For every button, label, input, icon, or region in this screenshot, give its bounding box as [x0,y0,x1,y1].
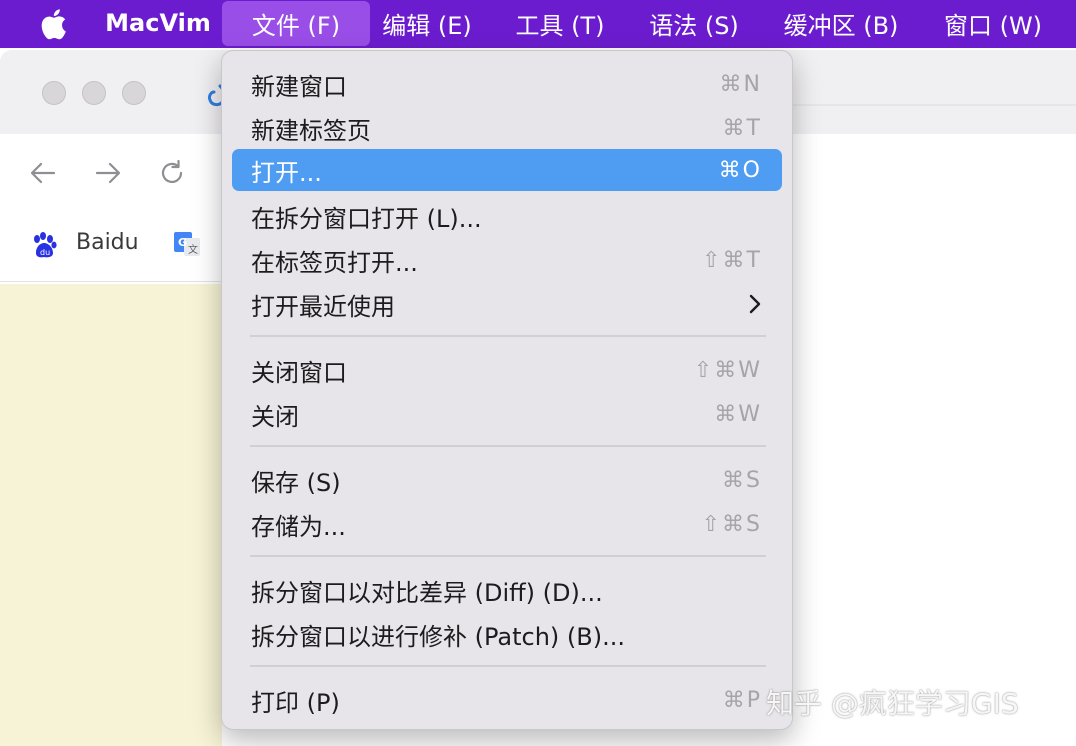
menu-item-split-patch[interactable]: 拆分窗口以进行修补 (Patch) (B)... [232,613,782,655]
menu-window[interactable]: 窗口 (W) [930,0,1056,46]
menu-item-close-window[interactable]: 关闭窗口 ⇧⌘W [232,349,782,391]
menu-item-label: 在拆分窗口打开 (L)... [251,204,482,233]
svg-text:G: G [178,236,187,249]
shortcut-hint: ⇧⌘S [701,511,762,537]
forward-arrow-icon[interactable] [93,158,123,188]
menu-item-open[interactable]: 打开... ⌘O [232,149,782,191]
menu-item-label: 保存 (S) [251,468,341,497]
menu-item-label: 关闭窗口 [251,358,347,387]
file-dropdown-menu: 新建窗口 ⌘N 新建标签页 ⌘T 打开... ⌘O 在拆分窗口打开 (L)...… [221,50,793,730]
minimize-window-button[interactable] [82,81,106,105]
menu-item-split-diff[interactable]: 拆分窗口以对比差异 (Diff) (D)... [232,569,782,611]
menu-item-open-in-split[interactable]: 在拆分窗口打开 (L)... [232,195,782,237]
shortcut-hint: ⌘S [722,467,762,493]
menu-item-label: 拆分窗口以对比差异 (Diff) (D)... [251,578,603,607]
menu-item-label: 打印 (P) [251,688,340,717]
menu-item-label: 在标签页打开... [251,248,418,277]
menu-item-new-tab[interactable]: 新建标签页 ⌘T [232,107,782,149]
window-divider [792,104,1076,106]
menu-separator [250,445,766,447]
shortcut-hint: ⇧⌘W [693,357,762,383]
menu-separator [250,665,766,667]
menu-item-new-window[interactable]: 新建窗口 ⌘N [232,63,782,105]
close-window-button[interactable] [42,81,66,105]
shortcut-hint: ⌘N [719,71,762,97]
menu-item-open-in-tab[interactable]: 在标签页打开... ⇧⌘T [232,239,782,281]
apple-logo-icon[interactable] [38,8,68,40]
shortcut-hint: ⇧⌘T [702,247,762,273]
menu-item-label: 新建窗口 [251,72,347,101]
menu-item-save[interactable]: 保存 (S) ⌘S [232,459,782,501]
back-arrow-icon[interactable] [28,158,58,188]
menu-buffers[interactable]: 缓冲区 (B) [770,0,912,46]
menu-item-label: 新建标签页 [251,116,371,145]
svg-text:du: du [40,248,50,257]
menu-item-label: 打开... [251,158,322,187]
menu-item-save-as[interactable]: 存储为... ⇧⌘S [232,503,782,545]
menu-separator [250,335,766,337]
menu-file[interactable]: 文件 (F) [222,1,370,46]
app-menu-macvim[interactable]: MacVim [98,0,218,46]
menu-edit[interactable]: 编辑 (E) [370,0,484,46]
google-translate-icon[interactable]: G 文 [172,230,202,260]
menu-item-label: 存储为... [251,512,346,541]
svg-text:文: 文 [188,243,198,256]
menu-separator [250,555,766,557]
shortcut-hint: ⌘T [722,115,762,141]
menu-item-label: 打开最近使用 [251,292,395,321]
zoom-window-button[interactable] [122,81,146,105]
chevron-right-icon [749,294,761,314]
menu-item-label: 拆分窗口以进行修补 (Patch) (B)... [251,622,625,651]
menu-syntax[interactable]: 语法 (S) [636,0,752,46]
shortcut-hint: ⌘O [718,157,762,183]
bookmark-baidu[interactable]: Baidu [76,230,139,255]
menu-item-label: 关闭 [251,402,299,431]
menu-item-open-recent[interactable]: 打开最近使用 [232,283,782,325]
menu-bar: MacVim 文件 (F) 编辑 (E) 工具 (T) 语法 (S) 缓冲区 (… [0,0,1076,48]
baidu-paw-icon[interactable]: du [30,231,58,259]
menu-tools[interactable]: 工具 (T) [502,0,618,46]
shortcut-hint: ⌘W [714,401,762,427]
menu-item-print[interactable]: 打印 (P) ⌘P [232,679,782,721]
shortcut-hint: ⌘P [722,687,762,713]
menu-item-close[interactable]: 关闭 ⌘W [232,393,782,435]
editor-background[interactable] [0,284,222,746]
watermark-text: 知乎 @疯狂学习GIS [766,687,1019,720]
reload-icon[interactable] [157,158,187,188]
